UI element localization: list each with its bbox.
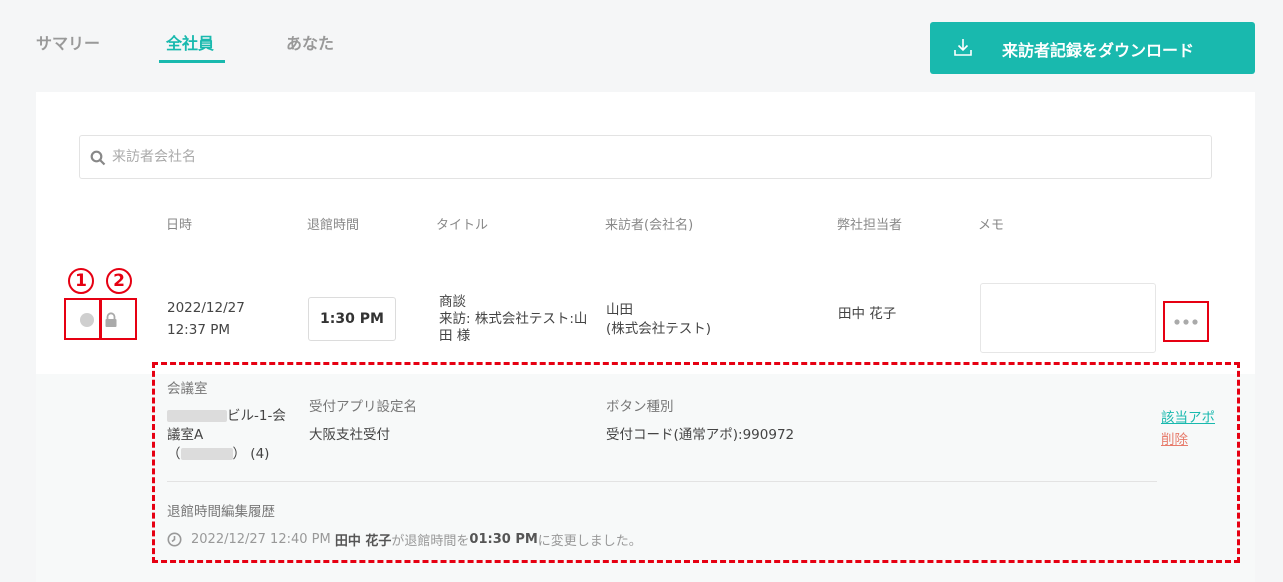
download-visitor-records-button[interactable]: 来訪者記録をダウンロード — [930, 22, 1255, 74]
column-header-memo: メモ — [978, 218, 1005, 233]
active-tab-indicator — [159, 60, 225, 63]
row-datetime: 2022/12/27 12:37 PM — [167, 299, 245, 340]
search-input[interactable] — [112, 142, 1192, 172]
annotation-box-2 — [100, 298, 137, 340]
annotation-dashed-box — [152, 362, 1240, 563]
search-icon — [90, 150, 106, 166]
annotation-box-1 — [64, 298, 101, 340]
annotation-box-more — [1163, 301, 1209, 342]
annotation-number-1: 1 — [68, 268, 94, 294]
row-visitor: 山田 (株式会社テスト) — [606, 301, 711, 339]
row-visitor-name: 山田 — [606, 302, 633, 318]
row-title: 商談 来訪: 株式会社テスト:山 田 様 — [439, 294, 587, 345]
column-header-datetime: 日時 — [166, 218, 193, 233]
leave-time-field[interactable]: 1:30 PM — [308, 297, 396, 341]
row-title-line: 来訪: 株式会社テスト:山 — [439, 311, 588, 327]
row-date: 2022/12/27 — [167, 300, 245, 316]
download-icon — [954, 39, 972, 56]
column-header-staff: 弊社担当者 — [837, 218, 903, 233]
column-header-leave-time: 退館時間 — [307, 218, 360, 233]
column-header-title: タイトル — [436, 218, 489, 233]
search-box[interactable] — [79, 135, 1212, 179]
download-button-label: 来訪者記録をダウンロード — [1002, 41, 1195, 60]
row-staff: 田中 花子 — [838, 306, 897, 322]
annotation-number-2: 2 — [106, 268, 132, 294]
tab-summary[interactable]: サマリー — [36, 30, 100, 54]
row-title-line: 田 様 — [439, 328, 471, 344]
tab-you[interactable]: あなた — [286, 30, 334, 54]
row-visitor-company: (株式会社テスト) — [606, 321, 712, 337]
tab-all-employees[interactable]: 全社員 — [166, 30, 214, 54]
row-time: 12:37 PM — [167, 322, 230, 338]
memo-field[interactable] — [980, 283, 1156, 353]
row-title-line: 商談 — [439, 294, 466, 310]
column-header-visitor: 来訪者(会社名) — [605, 218, 694, 233]
